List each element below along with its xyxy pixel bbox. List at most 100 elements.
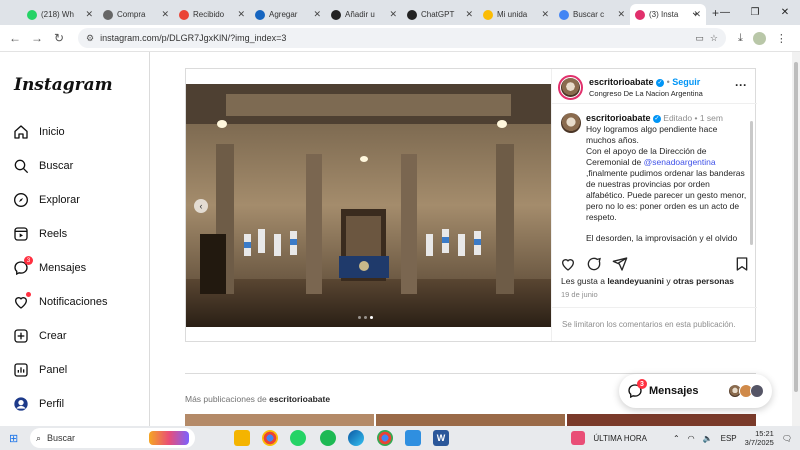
forward-button[interactable]: →	[26, 31, 48, 45]
reload-button[interactable]: ↻	[48, 31, 70, 45]
minimize-button[interactable]: —	[710, 7, 740, 18]
post-photo[interactable]: ‹	[186, 84, 551, 327]
close-tab-icon[interactable]: ✕	[465, 9, 473, 20]
whatsapp-icon	[27, 9, 37, 20]
messages-floating-button[interactable]: 3 Mensajes	[619, 374, 772, 408]
comment-icon[interactable]	[586, 256, 602, 272]
download-icon[interactable]: ⤓	[738, 32, 743, 45]
caption-line-1: Hoy logramos algo pendiente hace muchos …	[586, 124, 718, 145]
instagram-logo[interactable]: Instagram	[14, 75, 113, 95]
browser-tab[interactable]: Agregar ✕	[250, 4, 326, 25]
congress-hall-image	[186, 84, 551, 327]
sidebar-item-notificaciones[interactable]: Notificaciones	[13, 292, 108, 310]
author-avatar[interactable]	[561, 78, 580, 97]
news-icon[interactable]	[571, 431, 586, 445]
close-tab-icon[interactable]: ✕	[237, 9, 245, 20]
share-icon[interactable]	[612, 256, 628, 272]
sidebar-item-panel[interactable]: Panel	[13, 362, 67, 378]
tab-search-icon[interactable]: ⌄	[680, 7, 710, 18]
wifi-icon[interactable]: ◠	[688, 434, 695, 443]
sidebar-item-label: Notificaciones	[39, 296, 108, 308]
sidebar-item-mensajes[interactable]: 3 Mensajes	[13, 256, 86, 276]
news-headline[interactable]: ÚLTIMA HORA	[593, 434, 647, 443]
post-date[interactable]: 19 de junio	[561, 290, 598, 299]
word-icon[interactable]: W	[433, 430, 449, 446]
instagram-icon	[635, 9, 645, 20]
browser-tab[interactable]: Añadir u ✕	[326, 4, 402, 25]
browser-tab[interactable]: Compra ✕	[98, 4, 174, 25]
tray-chevron-icon[interactable]: ⌃	[673, 434, 680, 443]
browser-tab[interactable]: Recibido ✕	[174, 4, 250, 25]
browser-tab[interactable]: Mi unida ✕	[478, 4, 554, 25]
spotify-icon[interactable]	[320, 430, 336, 446]
system-clock[interactable]: 15:21 3/7/2025	[745, 429, 774, 447]
sidebar-item-buscar[interactable]: Buscar	[13, 158, 73, 174]
browser-tab[interactable]: (218) Wh ✕	[22, 4, 98, 25]
close-tab-icon[interactable]: ✕	[389, 9, 397, 20]
notifications-icon[interactable]: 🗨	[782, 434, 792, 443]
sidebar-item-crear[interactable]: Crear	[13, 328, 67, 344]
carousel-prev-button[interactable]: ‹	[194, 199, 208, 213]
close-tab-icon[interactable]: ✕	[161, 9, 169, 20]
taskbar-search-label: Buscar	[47, 433, 76, 443]
page-scrollbar[interactable]	[792, 52, 800, 426]
caption-scrollbar[interactable]	[750, 121, 753, 245]
bookmark-star-icon[interactable]: ☆	[710, 33, 718, 44]
drive-icon	[483, 9, 493, 20]
sidebar-item-inicio[interactable]: Inicio	[13, 124, 65, 140]
close-tab-icon[interactable]: ✕	[85, 9, 93, 20]
caption-avatar[interactable]	[561, 113, 581, 133]
likes-others-link[interactable]: otras personas	[673, 276, 734, 286]
more-options-icon[interactable]: ···	[735, 78, 747, 92]
sidebar-item-explorar[interactable]: Explorar	[13, 192, 80, 208]
post-age: 1 sem	[699, 113, 723, 123]
messages-badge: 3	[637, 379, 647, 389]
windows-taskbar: ⊞ ⌕ Buscar W ÚLTIMA HORA ⌃ ◠ 🔈 ESP 15:21…	[0, 426, 800, 450]
likes-mid: y	[664, 276, 673, 286]
post-thumbnail[interactable]	[376, 414, 565, 426]
sidebar-item-reels[interactable]: Reels	[13, 226, 67, 242]
author-username[interactable]: escritorioabate	[589, 77, 654, 87]
file-explorer-icon[interactable]	[234, 430, 250, 446]
onedrive-icon[interactable]	[405, 430, 421, 446]
sidebar-item-label: Reels	[39, 228, 68, 240]
browser-tab[interactable]: Buscar c ✕	[554, 4, 630, 25]
like-heart-icon[interactable]	[560, 256, 576, 272]
chrome-profile-icon[interactable]	[377, 430, 393, 446]
mention-link[interactable]: @senadoargentina	[644, 157, 716, 167]
maximize-button[interactable]: ❐	[740, 7, 770, 18]
contact-avatar	[750, 384, 764, 398]
close-tab-icon[interactable]: ✕	[313, 9, 321, 20]
taskbar-search[interactable]: ⌕ Buscar	[30, 428, 195, 448]
site-info-icon[interactable]: ⚙	[86, 33, 94, 44]
close-window-button[interactable]: ✕	[770, 7, 800, 18]
edge-icon[interactable]	[348, 430, 364, 446]
more-posts-user-link[interactable]: escritorioabate	[269, 394, 330, 404]
browser-tab[interactable]: ChatGPT ✕	[402, 4, 478, 25]
post-location[interactable]: Congreso De La Nacion Argentina	[589, 89, 703, 98]
close-tab-icon[interactable]: ✕	[617, 9, 625, 20]
caption-username[interactable]: escritorioabate	[586, 113, 651, 123]
install-app-icon[interactable]: ▭	[695, 33, 704, 44]
messenger-icon: 3	[627, 379, 647, 399]
close-tab-icon[interactable]: ✕	[541, 9, 549, 20]
browser-tab-bar: (218) Wh ✕ Compra ✕ Recibido ✕ Agregar ✕ Añadir …	[0, 0, 800, 25]
sidebar-item-perfil[interactable]: Perfil	[13, 396, 64, 412]
chrome-icon[interactable]	[262, 430, 278, 446]
likes-user-link[interactable]: leandeyuanini	[607, 276, 664, 286]
save-bookmark-icon[interactable]	[734, 256, 750, 272]
follow-button[interactable]: Seguir	[672, 77, 700, 87]
keyboard-language[interactable]: ESP	[721, 434, 737, 443]
post-thumbnail[interactable]	[567, 414, 756, 426]
story-ring[interactable]	[558, 75, 583, 100]
browser-menu-icon[interactable]: ⋮	[776, 32, 787, 45]
volume-icon[interactable]: 🔈	[703, 434, 713, 443]
post-thumbnail[interactable]	[185, 414, 374, 426]
tab-title: Buscar c	[573, 10, 605, 19]
back-button[interactable]: ←	[4, 31, 26, 45]
url-bar[interactable]: ⚙ instagram.com/p/DLGR7JgxKlN/?img_index…	[78, 28, 726, 48]
windows-start-icon[interactable]: ⊞	[9, 432, 18, 445]
page-scrollbar-thumb[interactable]	[794, 62, 798, 392]
whatsapp-icon[interactable]	[290, 430, 306, 446]
profile-avatar-icon[interactable]	[752, 31, 766, 45]
